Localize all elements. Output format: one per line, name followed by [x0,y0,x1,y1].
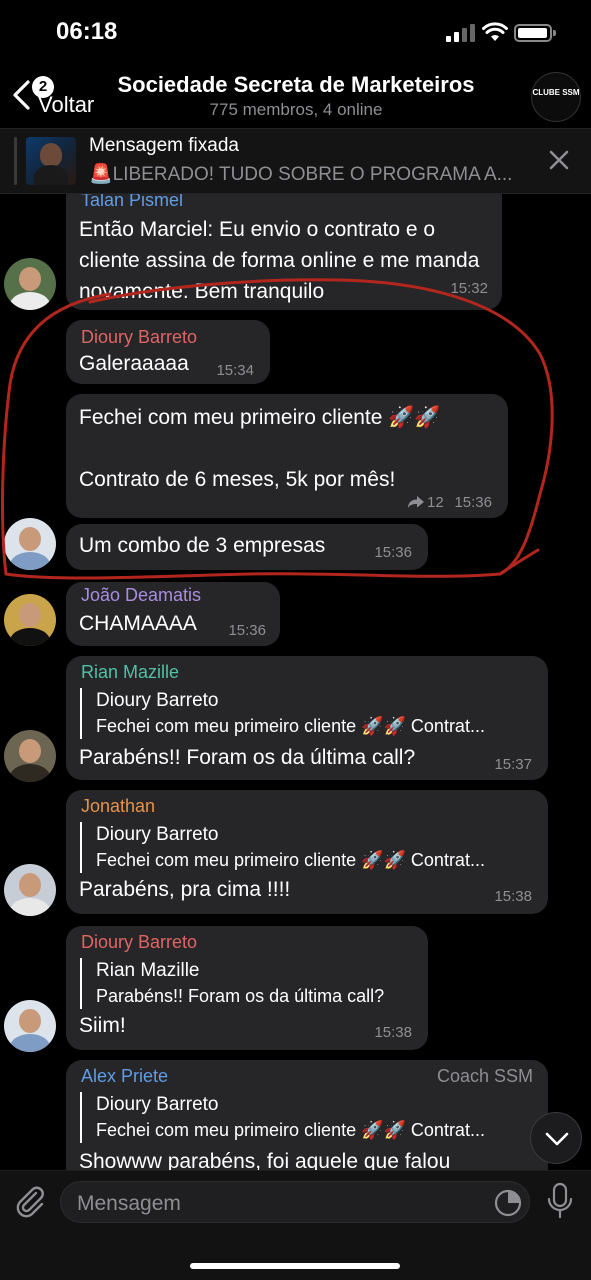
message-time: 15:36 [454,494,492,511]
message-bubble[interactable]: Um combo de 3 empresas 15:36 [66,524,428,570]
group-avatar-text: CLUBE SSM [532,88,580,97]
message-text: Siim! [79,1014,126,1037]
message-text: Um combo de 3 empresas [79,534,326,557]
admin-tag: Coach SSM [436,1066,533,1086]
chevron-down-icon [545,1132,569,1146]
paperclip-icon[interactable] [12,1183,48,1219]
reply-text: Fechei com meu primeiro cliente 🚀🚀 Contr… [96,850,485,870]
close-icon[interactable] [544,145,574,175]
back-label: Voltar [38,92,95,117]
scroll-down-button[interactable] [530,1112,582,1164]
message-text: CHAMAAAA [79,612,197,635]
reply-quote[interactable]: Dioury Barreto Fechei com meu primeiro c… [80,1092,485,1143]
avatar[interactable] [4,864,56,916]
sender-name: Rian Mazille [81,662,180,682]
message-bubble[interactable]: Alex Priete Coach SSM Dioury Barreto Fec… [66,1060,548,1170]
message-placeholder: Mensagem [77,1192,181,1215]
reply-sender: Dioury Barreto [96,690,219,711]
reply-sender: Dioury Barreto [96,824,219,845]
reply-quote[interactable]: Dioury Barreto Fechei com meu primeiro c… [80,688,485,739]
pinned-indicator [14,137,17,185]
cellular-signal-icon [446,24,476,42]
forward-count: 12 [427,494,444,511]
sender-name: Dioury Barreto [81,932,198,952]
message-bubble[interactable]: Rian Mazille Dioury Barreto Fechei com m… [66,656,548,780]
message-time: 15:37 [494,756,532,773]
sticker-icon[interactable] [493,1188,523,1218]
pinned-thumbnail [26,137,76,185]
status-bar: 06:18 [0,0,591,64]
avatar[interactable] [4,518,56,570]
reply-sender: Rian Mazille [96,960,200,981]
message-bubble[interactable]: Fechei com meu primeiro cliente 🚀🚀 Contr… [66,394,508,518]
message-text: Parabéns, pra cima !!!! [79,878,291,901]
message-text: Showww parabéns, foi aquele que falou [79,1150,451,1170]
message-text: Parabéns!! Foram os da última call? [79,746,416,769]
sender-name: Dioury Barreto [81,327,198,347]
message-time: 15:34 [216,362,254,379]
avatar[interactable] [4,730,56,782]
reply-text: Parabéns!! Foram os da última call? [96,986,385,1006]
sender-name: Alex Priete [81,1066,169,1086]
reply-sender: Dioury Barreto [96,1094,219,1115]
status-time: 06:18 [56,18,118,45]
message-text: Galeraaaaa [79,352,189,375]
forward-icon [408,496,424,508]
message-time: 15:32 [450,280,488,297]
wifi-icon [482,22,508,41]
back-button[interactable]: 2 Voltar [8,72,108,117]
pinned-title: Mensagem fixada [89,135,239,156]
message-bubble[interactable]: Dioury Barreto Rian Mazille Parabéns!! F… [66,926,428,1050]
input-bar: Mensagem [0,1170,591,1280]
group-members: 775 membros, 4 online [209,100,383,119]
message-time: 15:38 [374,1024,412,1041]
sender-name: Talan Pismel [81,194,184,210]
message-bubble[interactable]: Talan Pismel Então Marciel: Eu envio o c… [66,194,502,310]
reply-text: Fechei com meu primeiro cliente 🚀🚀 Contr… [96,1120,485,1140]
message-text: Então Marciel: Eu envio o contrato e o c… [79,218,480,303]
sender-name: João Deamatis [81,585,202,605]
battery-icon [514,24,556,42]
reply-text: Fechei com meu primeiro cliente 🚀🚀 Contr… [96,716,485,736]
group-title[interactable]: Sociedade Secreta de Marketeiros [96,72,496,98]
avatar[interactable] [4,258,56,310]
message-time: 15:36 [374,544,412,561]
message-bubble[interactable]: Jonathan Dioury Barreto Fechei com meu p… [66,790,548,914]
message-input[interactable]: Mensagem [60,1181,530,1223]
home-indicator [190,1263,400,1269]
pinned-message[interactable]: Mensagem fixada 🚨LIBERADO! TUDO SOBRE O … [0,128,591,194]
reply-quote[interactable]: Rian Mazille Parabéns!! Foram os da últi… [80,958,384,1009]
chevron-left-icon [13,80,30,110]
sender-name: Jonathan [81,796,156,816]
message-time: 15:38 [494,888,532,905]
message-bubble[interactable]: Dioury Barreto Galeraaaaa 15:34 [66,320,270,384]
message-bubble[interactable]: João Deamatis CHAMAAAA 15:36 [66,582,280,646]
avatar[interactable] [4,1000,56,1052]
pinned-text: 🚨LIBERADO! TUDO SOBRE O PROGRAMA A... [89,164,513,185]
message-list[interactable]: Talan Pismel Então Marciel: Eu envio o c… [0,194,591,1170]
avatar[interactable] [4,594,56,646]
message-time: 15:36 [228,622,266,639]
chat-header: 2 Voltar Sociedade Secreta de Marketeiro… [0,64,591,128]
message-text: Fechei com meu primeiro cliente 🚀🚀 Contr… [79,406,441,491]
microphone-icon[interactable] [545,1181,575,1221]
reply-quote[interactable]: Dioury Barreto Fechei com meu primeiro c… [80,822,485,873]
group-avatar[interactable]: CLUBE SSM [531,72,581,122]
